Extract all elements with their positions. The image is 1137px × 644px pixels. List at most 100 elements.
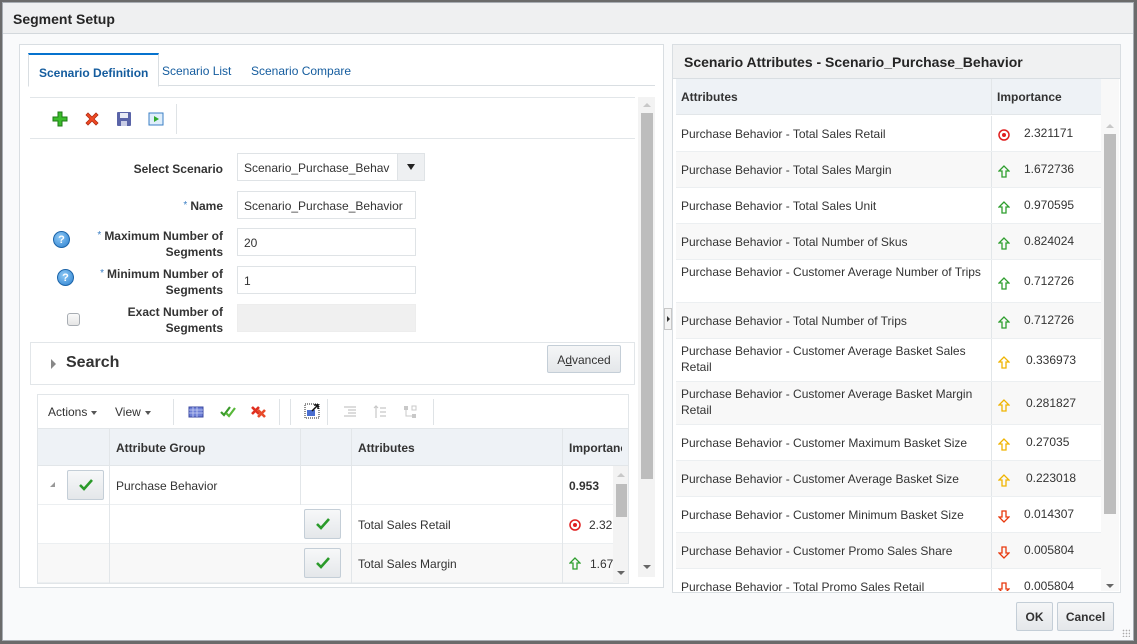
panel-scrollbar-thumb[interactable] bbox=[641, 113, 653, 479]
tab-scenario-compare[interactable]: Scenario Compare bbox=[241, 53, 361, 86]
arrow-up-icon bbox=[997, 316, 1011, 332]
table-scrollbar[interactable] bbox=[613, 466, 628, 583]
select-scenario-button[interactable] bbox=[397, 153, 425, 181]
arrow-up-icon bbox=[997, 237, 1011, 253]
table-row[interactable]: Total Sales Margin 1.672736 bbox=[38, 544, 628, 583]
table-scrollbar-thumb[interactable] bbox=[616, 484, 627, 517]
advanced-button[interactable]: Advanced bbox=[547, 345, 621, 373]
table-row[interactable]: Purchase Behavior - Total Sales Retail 2.… bbox=[676, 116, 1101, 152]
tab-scenario-definition[interactable]: Scenario Definition bbox=[28, 53, 160, 87]
column-header-attributes[interactable]: Attributes bbox=[676, 79, 738, 115]
importance-cell: 0.014307 bbox=[991, 497, 1101, 532]
advanced-label-rest: vanced bbox=[572, 353, 611, 367]
resize-grip-icon[interactable] bbox=[1122, 629, 1130, 637]
select-cell bbox=[38, 505, 109, 544]
table-row[interactable]: Purchase Behavior - Customer Average Bas… bbox=[676, 339, 1101, 382]
table-row[interactable]: Purchase Behavior 0.953 bbox=[38, 466, 628, 505]
scroll-down-arrow-icon[interactable] bbox=[1106, 584, 1114, 588]
importance-cell: 0.223018 bbox=[991, 461, 1101, 496]
attribute-cell: Purchase Behavior - Customer Average Bas… bbox=[681, 472, 959, 486]
exact-segments-checkbox[interactable] bbox=[67, 313, 80, 326]
arrow-down-icon bbox=[997, 582, 1011, 591]
table-row[interactable]: Purchase Behavior - Customer Average Num… bbox=[676, 260, 1101, 303]
check-all-icon[interactable] bbox=[219, 404, 237, 422]
importance-cell: 0.712726 bbox=[991, 303, 1101, 338]
select-cell bbox=[38, 544, 109, 583]
save-icon[interactable] bbox=[115, 110, 133, 128]
scroll-up-arrow-icon[interactable] bbox=[617, 473, 625, 477]
scroll-up-arrow-icon[interactable] bbox=[643, 103, 651, 107]
importance-value: 0.970595 bbox=[1024, 198, 1075, 212]
attribute-group-table: Actions View Attribute Group Attributes … bbox=[37, 394, 629, 584]
scroll-down-arrow-icon[interactable] bbox=[617, 571, 625, 575]
column-header-attributes[interactable]: Attributes bbox=[351, 429, 562, 466]
ok-button[interactable]: OK bbox=[1016, 602, 1053, 631]
table-toolbar: Actions View bbox=[38, 395, 628, 429]
run-icon[interactable] bbox=[147, 110, 165, 128]
panel-scrollbar[interactable] bbox=[638, 97, 655, 577]
table-row[interactable]: Purchase Behavior - Total Number of Skus… bbox=[676, 224, 1101, 260]
exact-segments-label-line1: Exact Number of bbox=[127, 305, 223, 319]
column-header-importance[interactable]: Importance bbox=[991, 79, 1101, 115]
attribute-group-cell bbox=[109, 505, 300, 544]
select-group-button[interactable] bbox=[67, 470, 104, 500]
advanced-label-mnemonic: d bbox=[565, 353, 572, 367]
table-row[interactable]: Purchase Behavior - Total Number of Trip… bbox=[676, 303, 1101, 339]
name-input[interactable]: Scenario_Purchase_Behavior bbox=[237, 191, 416, 219]
attribute-cell: Purchase Behavior - Customer Maximum Bas… bbox=[681, 436, 968, 450]
expand-triangle-icon[interactable] bbox=[51, 359, 56, 369]
table-row[interactable]: Purchase Behavior - Total Sales Unit 0.97… bbox=[676, 188, 1101, 224]
table-row[interactable]: Purchase Behavior - Customer Maximum Bas… bbox=[676, 425, 1101, 461]
importance-value: 1.672736 bbox=[1024, 162, 1075, 176]
table-row[interactable]: Purchase Behavior - Customer Promo Sales… bbox=[676, 533, 1101, 569]
add-icon[interactable] bbox=[51, 110, 69, 128]
actions-menu[interactable]: Actions bbox=[48, 405, 98, 419]
importance-cell: 0.005804 bbox=[991, 533, 1101, 568]
collapse-triangle-icon[interactable] bbox=[50, 482, 55, 487]
arrow-up-icon bbox=[568, 557, 582, 570]
delete-icon[interactable] bbox=[83, 110, 101, 128]
table-row[interactable]: Purchase Behavior - Customer Minimum Bas… bbox=[676, 497, 1101, 533]
attribute-cell: Purchase Behavior - Total Promo Sales Re… bbox=[681, 580, 925, 591]
toolbar-separator bbox=[279, 399, 280, 425]
importance-cell: 0.005804 bbox=[991, 569, 1101, 591]
select-attribute-button[interactable] bbox=[304, 548, 341, 578]
min-segments-input[interactable]: 1 bbox=[237, 266, 416, 294]
search-title[interactable]: Search bbox=[66, 354, 119, 372]
attributes-scrollbar[interactable] bbox=[1101, 79, 1119, 591]
outdent-icon bbox=[372, 404, 390, 422]
table-row[interactable]: Purchase Behavior - Total Promo Sales Re… bbox=[676, 569, 1101, 591]
toolbar-separator bbox=[327, 399, 328, 425]
table-row[interactable]: Purchase Behavior - Total Sales Margin 1.… bbox=[676, 152, 1101, 188]
toolbar-separator bbox=[176, 104, 177, 134]
importance-value: 0.005804 bbox=[1024, 543, 1075, 557]
detach-table-icon[interactable] bbox=[304, 403, 322, 421]
panel-splitter[interactable] bbox=[664, 308, 672, 330]
max-segments-input[interactable]: 20 bbox=[237, 228, 416, 256]
name-label: * Name bbox=[183, 198, 223, 214]
cancel-button[interactable]: Cancel bbox=[1057, 602, 1114, 631]
attribute-cell: Total Sales Retail bbox=[351, 505, 562, 544]
tab-scenario-list[interactable]: Scenario List bbox=[152, 53, 241, 86]
scroll-down-arrow-icon[interactable] bbox=[643, 565, 651, 569]
grid-icon[interactable] bbox=[188, 404, 206, 422]
column-header-attribute-group[interactable]: Attribute Group bbox=[109, 429, 300, 466]
attributes-scrollbar-thumb[interactable] bbox=[1104, 134, 1116, 514]
scenario-toolbar bbox=[30, 97, 635, 139]
scroll-up-arrow-icon[interactable] bbox=[1106, 124, 1114, 128]
column-header-importance[interactable]: Importance bbox=[562, 429, 622, 466]
attribute-select-cell bbox=[300, 466, 351, 505]
table-row[interactable]: Total Sales Retail 2.321171 bbox=[38, 505, 628, 544]
select-scenario-dropdown[interactable]: Scenario_Purchase_Behav bbox=[237, 153, 398, 181]
table-row[interactable]: Purchase Behavior - Customer Average Bas… bbox=[676, 461, 1101, 497]
table-row[interactable]: Purchase Behavior - Customer Average Bas… bbox=[676, 382, 1101, 425]
arrow-up-icon bbox=[997, 398, 1011, 415]
select-scenario-label: Select Scenario bbox=[133, 162, 223, 176]
select-attribute-button[interactable] bbox=[304, 509, 341, 539]
arrow-up-icon bbox=[997, 276, 1011, 293]
help-icon[interactable]: ? bbox=[57, 269, 74, 286]
indent-icon bbox=[342, 404, 360, 422]
view-menu[interactable]: View bbox=[115, 405, 151, 419]
help-icon[interactable]: ? bbox=[53, 231, 70, 248]
uncheck-all-icon[interactable] bbox=[250, 404, 268, 422]
